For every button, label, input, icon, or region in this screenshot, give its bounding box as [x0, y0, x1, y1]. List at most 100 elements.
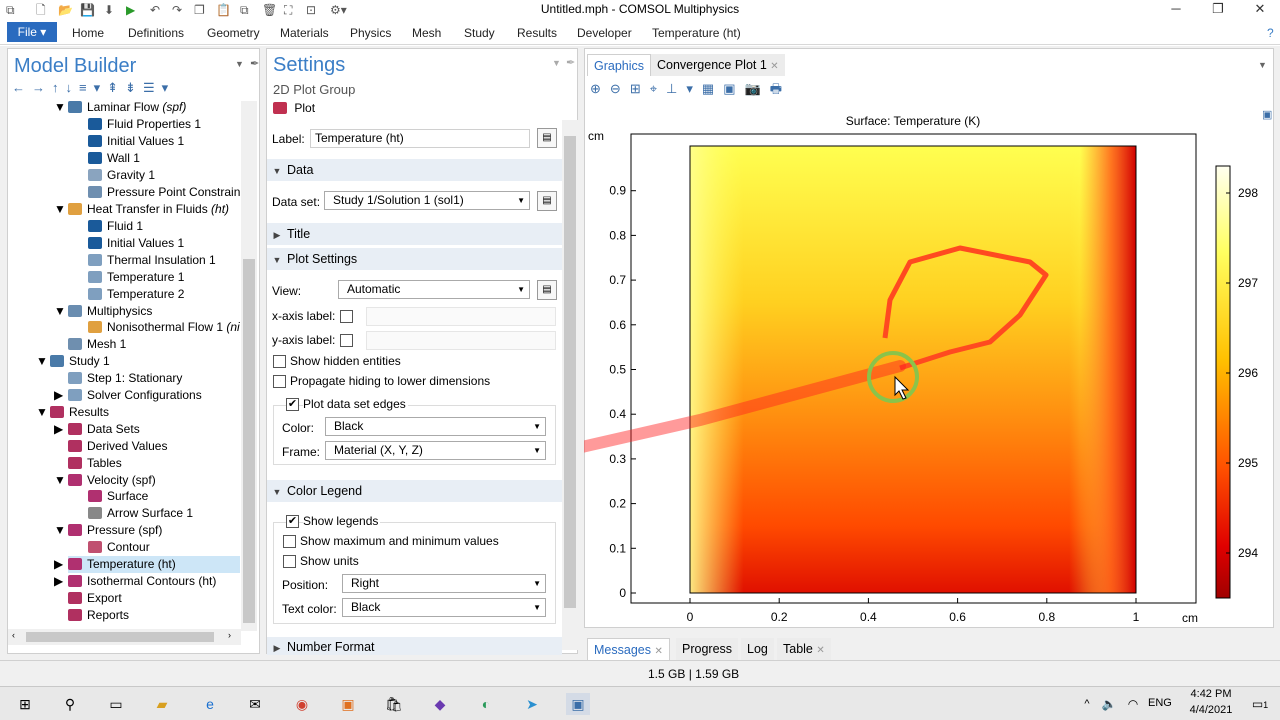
temperature-surface-plot[interactable]: Surface: Temperature (K) cm cm 0 0.2 0.4 0.… — [584, 108, 1274, 630]
tree-toggle-icon[interactable]: ▼ — [54, 523, 66, 537]
view-select[interactable]: Automatic ▼ — [338, 280, 530, 299]
tree-toggle-icon[interactable]: ▶ — [54, 557, 63, 571]
scroll-right-icon[interactable]: › — [228, 630, 231, 640]
clock-date[interactable]: 4/4/2021 — [1184, 704, 1238, 716]
section-data[interactable]: ▼ Data — [267, 159, 562, 181]
tree-toggle-icon[interactable]: ▼ — [54, 202, 66, 216]
view-options-icon[interactable]: ☰▾ — [143, 80, 175, 95]
zoom-box-icon[interactable]: ⊞ — [630, 81, 650, 96]
tab-study[interactable]: Study — [464, 26, 495, 40]
tree-item[interactable]: Temperature (ht) — [68, 556, 240, 573]
label-input[interactable]: Temperature (ht) — [310, 129, 530, 148]
show-legends-checkbox[interactable]: ✔ — [286, 515, 299, 528]
settings-scroll-thumb[interactable] — [564, 136, 576, 608]
tree-toggle-icon[interactable]: ▶ — [54, 574, 63, 588]
scroll-left-icon[interactable]: ‹ — [12, 630, 15, 640]
zoom-extents-icon[interactable]: ⌖ — [650, 81, 666, 96]
zoom-out-icon[interactable]: ⊖ — [610, 81, 630, 96]
section-title[interactable]: ▶ Title — [267, 223, 562, 245]
tab-mesh[interactable]: Mesh — [412, 26, 441, 40]
telegram-icon[interactable]: ➤ — [520, 693, 544, 715]
tree-item[interactable]: Temperature 2 — [88, 286, 240, 303]
minimize-button[interactable]: ─ — [1156, 0, 1196, 18]
tree-item[interactable]: Export — [68, 590, 240, 607]
label-rename-button[interactable]: ▤ — [537, 128, 557, 148]
tab-graphics[interactable]: Graphics — [587, 54, 652, 76]
back-icon[interactable]: ← — [12, 80, 32, 95]
tree-item[interactable]: Isothermal Contours (ht) — [68, 573, 240, 590]
settings-scrollbar[interactable] — [562, 120, 578, 650]
language-indicator[interactable]: ENG — [1148, 697, 1172, 709]
close-button[interactable]: ✕ — [1240, 0, 1280, 18]
settings-pin-icon[interactable]: ✒ — [566, 56, 575, 69]
tree-toggle-icon[interactable]: ▼ — [54, 473, 66, 487]
panel-menu-icon[interactable]: ▼ — [235, 59, 244, 69]
grid-toggle-icon[interactable]: ▦ — [702, 81, 723, 96]
notifications-icon[interactable]: ▭1 — [1248, 693, 1272, 715]
tree-toggle-icon[interactable]: ▼ — [36, 405, 48, 419]
file-explorer-icon[interactable]: ▰ — [150, 693, 174, 715]
yaxis-input[interactable] — [366, 331, 556, 350]
axis-toggle-icon[interactable]: ▣ — [723, 81, 744, 96]
tree-scroll-thumb[interactable] — [243, 259, 255, 623]
tree-item[interactable]: Fluid Properties 1 — [88, 116, 240, 133]
tree-item[interactable]: Gravity 1 — [88, 167, 240, 184]
tree-item[interactable]: Thermal Insulation 1 — [88, 252, 240, 269]
xaxis-checkbox[interactable] — [340, 310, 353, 323]
xaxis-input[interactable] — [366, 307, 556, 326]
tab-materials[interactable]: Materials — [280, 26, 329, 40]
tree-toggle-icon[interactable]: ▶ — [54, 388, 63, 402]
tree-horizontal-scrollbar[interactable]: ‹ › — [8, 629, 241, 645]
tab-messages[interactable]: Messages ✕ — [587, 638, 670, 660]
show-icon[interactable]: ≡▾ — [79, 80, 107, 95]
tab-log[interactable]: Log — [741, 638, 774, 660]
tree-item[interactable]: Initial Values 1 — [88, 235, 240, 252]
print-icon[interactable]: 🖶 — [770, 81, 791, 96]
tree-item[interactable]: Nonisothermal Flow 1 (nitf) — [88, 319, 240, 336]
show-maxmin-checkbox[interactable] — [283, 535, 296, 548]
search-icon[interactable]: ⚲ — [58, 693, 82, 715]
close-tab-icon[interactable]: ✕ — [770, 61, 778, 72]
edge-browser-icon[interactable]: e — [198, 693, 222, 715]
tree-item[interactable]: Contour — [88, 539, 240, 556]
tab-geometry[interactable]: Geometry — [207, 26, 260, 40]
graphics-menu-icon[interactable]: ▼ — [1258, 60, 1267, 70]
tree-item[interactable]: Surface — [88, 488, 240, 505]
section-number-format[interactable]: ▶ Number Format — [267, 637, 562, 655]
tab-convergence-plot[interactable]: Convergence Plot 1 ✕ — [651, 54, 785, 76]
visual-studio-icon[interactable]: ◆ — [428, 693, 452, 715]
tree-item[interactable]: Data Sets — [68, 421, 240, 438]
tree-toggle-icon[interactable]: ▼ — [54, 304, 66, 318]
tab-home[interactable]: Home — [72, 26, 104, 40]
task-view-icon[interactable]: ▭ — [104, 693, 128, 715]
wifi-icon[interactable]: ◠ — [1121, 693, 1145, 715]
tray-overflow-icon[interactable]: ^ — [1075, 693, 1099, 715]
chrome-icon[interactable]: ◉ — [290, 693, 314, 715]
yaxis-checkbox[interactable] — [340, 334, 353, 347]
tab-developer[interactable]: Developer — [577, 26, 632, 40]
tree-toggle-icon[interactable]: ▼ — [54, 100, 66, 114]
settings-menu-icon[interactable]: ▼ — [552, 58, 561, 68]
tab-temperature-ht[interactable]: Temperature (ht) — [652, 26, 741, 40]
edge-color-select[interactable]: Black ▼ — [325, 417, 546, 436]
tree-item[interactable]: Fluid 1 — [88, 218, 240, 235]
plot-edges-checkbox[interactable]: ✔ — [286, 398, 299, 411]
tree-item[interactable]: Tables — [68, 455, 240, 472]
forward-icon[interactable]: → — [32, 80, 52, 95]
comsol-taskbar-icon[interactable]: ▣ — [566, 693, 590, 715]
tree-item[interactable]: Study 1 — [50, 353, 240, 370]
expand-icon[interactable]: ⇟ — [125, 80, 143, 95]
show-hidden-checkbox[interactable] — [273, 355, 286, 368]
tab-results[interactable]: Results — [517, 26, 557, 40]
data-set-select[interactable]: Study 1/Solution 1 (sol1) ▼ — [324, 191, 530, 210]
tab-definitions[interactable]: Definitions — [128, 26, 184, 40]
tree-item[interactable]: Solver Configurations — [68, 387, 240, 404]
tree-item[interactable]: Laminar Flow (spf) — [68, 99, 240, 116]
data-set-goto-button[interactable]: ▤ — [537, 191, 557, 211]
tree-item[interactable]: Results — [50, 404, 240, 421]
tree-toggle-icon[interactable]: ▼ — [36, 354, 48, 368]
show-units-checkbox[interactable] — [283, 555, 296, 568]
section-color-legend[interactable]: ▼ Color Legend — [267, 480, 562, 502]
file-menu-button[interactable]: File ▾ — [7, 22, 57, 42]
plot-button[interactable]: Plot — [273, 101, 315, 117]
